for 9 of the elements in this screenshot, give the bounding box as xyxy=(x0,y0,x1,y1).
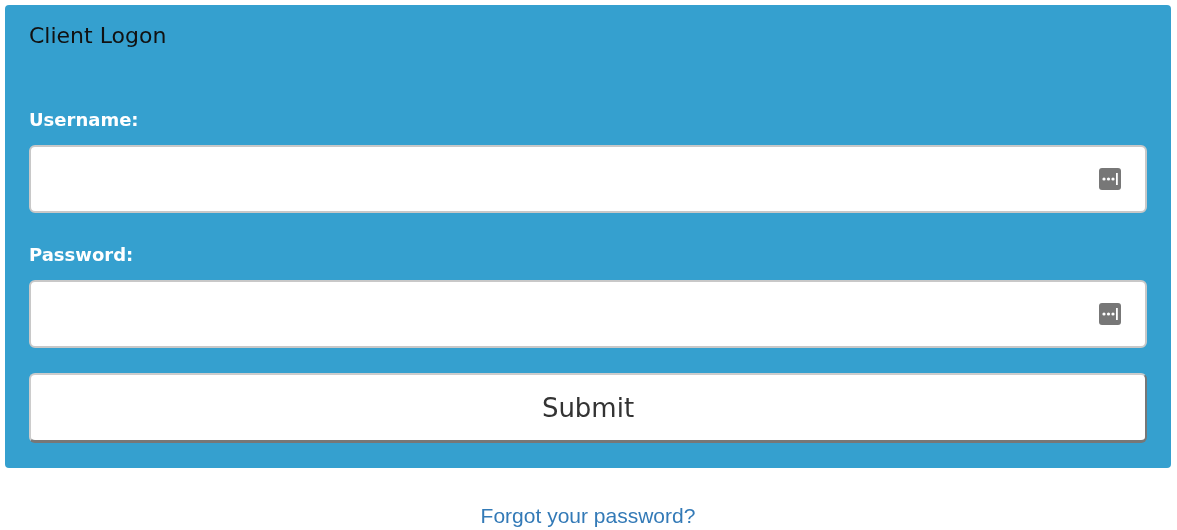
field-label: Username: xyxy=(29,109,140,131)
panel-title: Client Logon xyxy=(29,22,168,50)
input-field[interactable] xyxy=(29,145,1147,213)
password-manager-icon[interactable] xyxy=(1099,168,1121,190)
password-manager-icon[interactable] xyxy=(1099,303,1121,325)
input-field[interactable] xyxy=(29,280,1147,348)
submit-button[interactable]: Submit xyxy=(29,373,1147,443)
field-label: Password: xyxy=(29,244,135,266)
forgot-password-link[interactable]: Forgot your password? xyxy=(480,504,696,527)
